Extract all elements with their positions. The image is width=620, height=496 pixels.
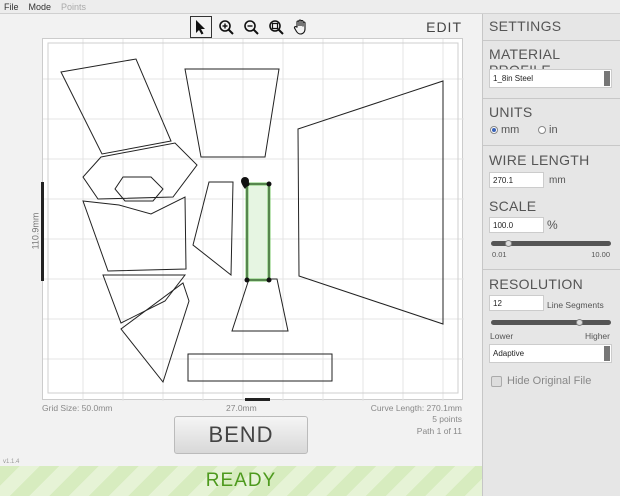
grid-size-label: Grid Size: 50.0mm (42, 403, 113, 413)
app-window: File Mode Points EDIT 110.9mm Grid Size:… (0, 0, 620, 496)
scale-slider[interactable] (491, 239, 611, 247)
units-in-radio[interactable]: in (538, 124, 558, 136)
shape-trapezoid-top[interactable] (184, 68, 280, 158)
radio-selected-icon (490, 126, 498, 134)
selected-path-highlight (245, 182, 271, 282)
resolution-field[interactable]: 12 (489, 295, 544, 311)
vertical-dimension-label: 110.9mm (30, 212, 41, 250)
divider (483, 269, 620, 270)
divider (483, 40, 620, 41)
zoom-out-icon[interactable] (240, 16, 262, 38)
resolution-unit: Line Segments (547, 300, 604, 310)
units-mm-radio[interactable]: mm (490, 124, 519, 136)
scale-unit: % (547, 218, 558, 232)
menu-bar: File Mode Points (0, 0, 620, 14)
shape-bottom-bar[interactable] (187, 353, 333, 382)
units-title: UNITS (489, 104, 533, 120)
scale-field[interactable]: 100.0 (489, 217, 544, 233)
dropdown-handle-icon (604, 346, 610, 361)
radio-unselected-icon (538, 126, 546, 134)
wire-length-field[interactable]: 270.1 (489, 172, 544, 188)
resolution-mode-value: Adaptive (493, 349, 525, 358)
divider (483, 145, 620, 146)
hide-original-label: Hide Original File (507, 375, 592, 387)
status-bar: READY (0, 466, 482, 496)
shape-pentagon-left[interactable] (82, 196, 187, 272)
shape-hexagon-outer[interactable] (82, 142, 198, 200)
resolution-high-label: Higher (584, 331, 610, 341)
shape-triangle-bottom-left[interactable] (120, 282, 190, 384)
horizontal-dimension-label: 27.0mm (226, 403, 257, 413)
path-index-label: Path 1 of 11 (416, 426, 462, 436)
canvas-drawing (43, 39, 464, 401)
hide-original-checkbox[interactable]: Hide Original File (491, 375, 591, 387)
wire-length-title: WIRE LENGTH (489, 152, 590, 168)
menu-file[interactable]: File (4, 2, 19, 12)
divider (483, 98, 620, 99)
wire-length-unit: mm (549, 175, 566, 186)
scale-title: SCALE (489, 198, 537, 214)
scale-min-label: 0.01 (492, 250, 507, 259)
version-label: v1.1.4 (3, 459, 20, 465)
vertical-dimension-bar (41, 182, 44, 281)
resolution-mode-dropdown[interactable]: Adaptive (489, 344, 612, 363)
shape-hexagon-inner[interactable] (114, 176, 164, 202)
zoom-in-icon[interactable] (215, 16, 237, 38)
resolution-slider-thumb[interactable] (575, 318, 583, 326)
path-point[interactable] (266, 181, 272, 187)
checkbox-icon (491, 375, 502, 387)
pan-hand-icon[interactable] (290, 16, 312, 38)
shape-large-right[interactable] (297, 80, 444, 325)
settings-title: SETTINGS (489, 18, 562, 34)
zoom-fit-icon[interactable] (265, 16, 287, 38)
path-point[interactable] (244, 277, 250, 283)
units-in-label: in (549, 124, 558, 136)
curve-length-label: Curve Length: 270.1mm (370, 403, 462, 413)
bend-button[interactable]: BEND (174, 416, 308, 454)
dropdown-handle-icon (604, 71, 610, 86)
editor-area: EDIT 110.9mm Grid Size: 50.0mm 27.0mm Cu… (0, 14, 482, 496)
scale-max-label: 10.00 (591, 250, 610, 259)
material-profile-value: 1_8in Steel (493, 74, 534, 83)
resolution-slider[interactable] (491, 318, 611, 326)
mode-label: EDIT (426, 19, 462, 35)
toolbar (190, 16, 312, 38)
selected-path[interactable] (241, 177, 272, 283)
path-point[interactable] (266, 277, 272, 283)
settings-sidebar: SETTINGS MATERIAL PROFILE 1_8in Steel UN… (482, 14, 620, 496)
resolution-title: RESOLUTION (489, 276, 584, 292)
resolution-low-label: Lower (490, 331, 514, 341)
horizontal-dimension-bar (245, 398, 270, 401)
material-profile-dropdown[interactable]: 1_8in Steel (489, 69, 612, 88)
drawing-canvas[interactable] (42, 38, 464, 401)
select-arrow-icon[interactable] (190, 16, 212, 38)
shape-quad-center[interactable] (192, 181, 234, 277)
units-mm-label: mm (501, 124, 520, 136)
shape-quad-top-left[interactable] (60, 58, 172, 155)
points-count-label: 5 points (432, 414, 462, 424)
status-text: READY (205, 470, 277, 491)
shape-quad-mid-left[interactable] (102, 274, 187, 324)
menu-mode[interactable]: Mode (29, 2, 52, 12)
menu-points[interactable]: Points (61, 2, 86, 12)
shape-trapezoid-small[interactable] (231, 278, 289, 332)
scale-slider-thumb[interactable] (504, 239, 512, 247)
